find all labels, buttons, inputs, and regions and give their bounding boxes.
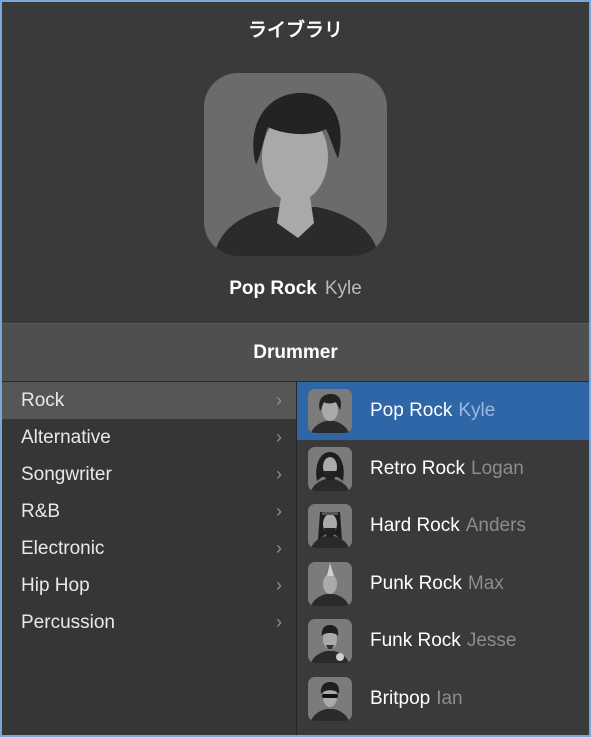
drummer-name: Jesse [466, 630, 517, 651]
drummer-name: Kyle [458, 400, 496, 421]
drummer-avatar [308, 561, 352, 606]
drummer-style: Retro Rock [370, 457, 466, 479]
drummer-portrait-icon [311, 562, 349, 606]
drummer-list: Pop Rock Kyle Retro Rock Logan Hard Rock… [297, 382, 589, 735]
genre-label: Alternative [21, 427, 111, 448]
library-window: ライブラリ Pop Rock Kyle Drummer Rock › Altern… [2, 2, 589, 735]
genre-label: R&B [21, 501, 61, 522]
drummer-style: Punk Rock [370, 572, 462, 594]
drummer-item-anders[interactable]: Hard Rock Anders [297, 497, 589, 555]
drummer-name: Logan [471, 457, 524, 479]
drummer-item-max[interactable]: Punk Rock Max [297, 555, 589, 613]
chevron-right-icon: › [276, 538, 282, 558]
drummer-portrait-icon [311, 512, 349, 548]
genre-label: Percussion [21, 612, 115, 633]
chevron-right-icon: › [276, 390, 282, 410]
drummer-name: Anders [465, 515, 526, 536]
genre-item-percussion[interactable]: Percussion › [2, 604, 296, 641]
selected-drummer-name: Kyle [324, 278, 362, 299]
drummer-silhouette-icon [214, 92, 379, 256]
drummer-section-header: Drummer [2, 323, 589, 382]
chevron-right-icon: › [276, 612, 282, 632]
drummer-portrait-icon [311, 681, 349, 721]
chevron-right-icon: › [276, 464, 282, 484]
selected-drummer-caption: Pop Rock Kyle [2, 278, 589, 300]
drummer-avatar [308, 619, 352, 663]
drummer-avatar-large [204, 73, 387, 256]
drummer-portrait-icon [311, 394, 349, 433]
drummer-portrait-icon [311, 625, 349, 663]
genre-list: Rock › Alternative › Songwriter › R&B › … [2, 382, 296, 735]
drummer-item-logan[interactable]: Retro Rock Logan [297, 440, 589, 498]
genre-item-electronic[interactable]: Electronic › [2, 530, 296, 567]
genre-label: Hip Hop [21, 575, 90, 596]
drummer-avatar [308, 504, 352, 548]
drummer-style: Hard Rock [370, 515, 460, 536]
genre-item-hip-hop[interactable]: Hip Hop › [2, 567, 296, 604]
drummer-item-jesse[interactable]: Funk Rock Jesse [297, 612, 589, 670]
drummer-name: Ian [436, 687, 463, 709]
chevron-right-icon: › [276, 427, 282, 447]
drummer-item-ian[interactable]: Britpop Ian [297, 670, 589, 728]
genre-item-rock[interactable]: Rock › [2, 382, 296, 419]
drummer-name: Max [467, 572, 504, 594]
drummer-avatar [308, 676, 352, 721]
drummer-style: Pop Rock [370, 400, 453, 421]
drummer-avatar [308, 389, 352, 433]
genre-label: Electronic [21, 538, 105, 559]
genre-label: Rock [21, 390, 65, 411]
genre-item-alternative[interactable]: Alternative › [2, 419, 296, 456]
chevron-right-icon: › [276, 501, 282, 521]
chevron-right-icon: › [276, 575, 282, 595]
drummer-style: Funk Rock [370, 630, 461, 651]
drummer-portrait-icon [311, 451, 349, 491]
drummer-style: Britpop [370, 687, 431, 709]
drummer-item-kyle[interactable]: Pop Rock Kyle [297, 382, 589, 440]
library-title: ライブラリ [247, 20, 343, 41]
selected-style-label: Pop Rock [229, 278, 317, 299]
genre-item-rnb[interactable]: R&B › [2, 493, 296, 530]
genre-label: Songwriter [21, 464, 112, 485]
genre-item-songwriter[interactable]: Songwriter › [2, 456, 296, 493]
drummer-avatar [308, 446, 352, 491]
